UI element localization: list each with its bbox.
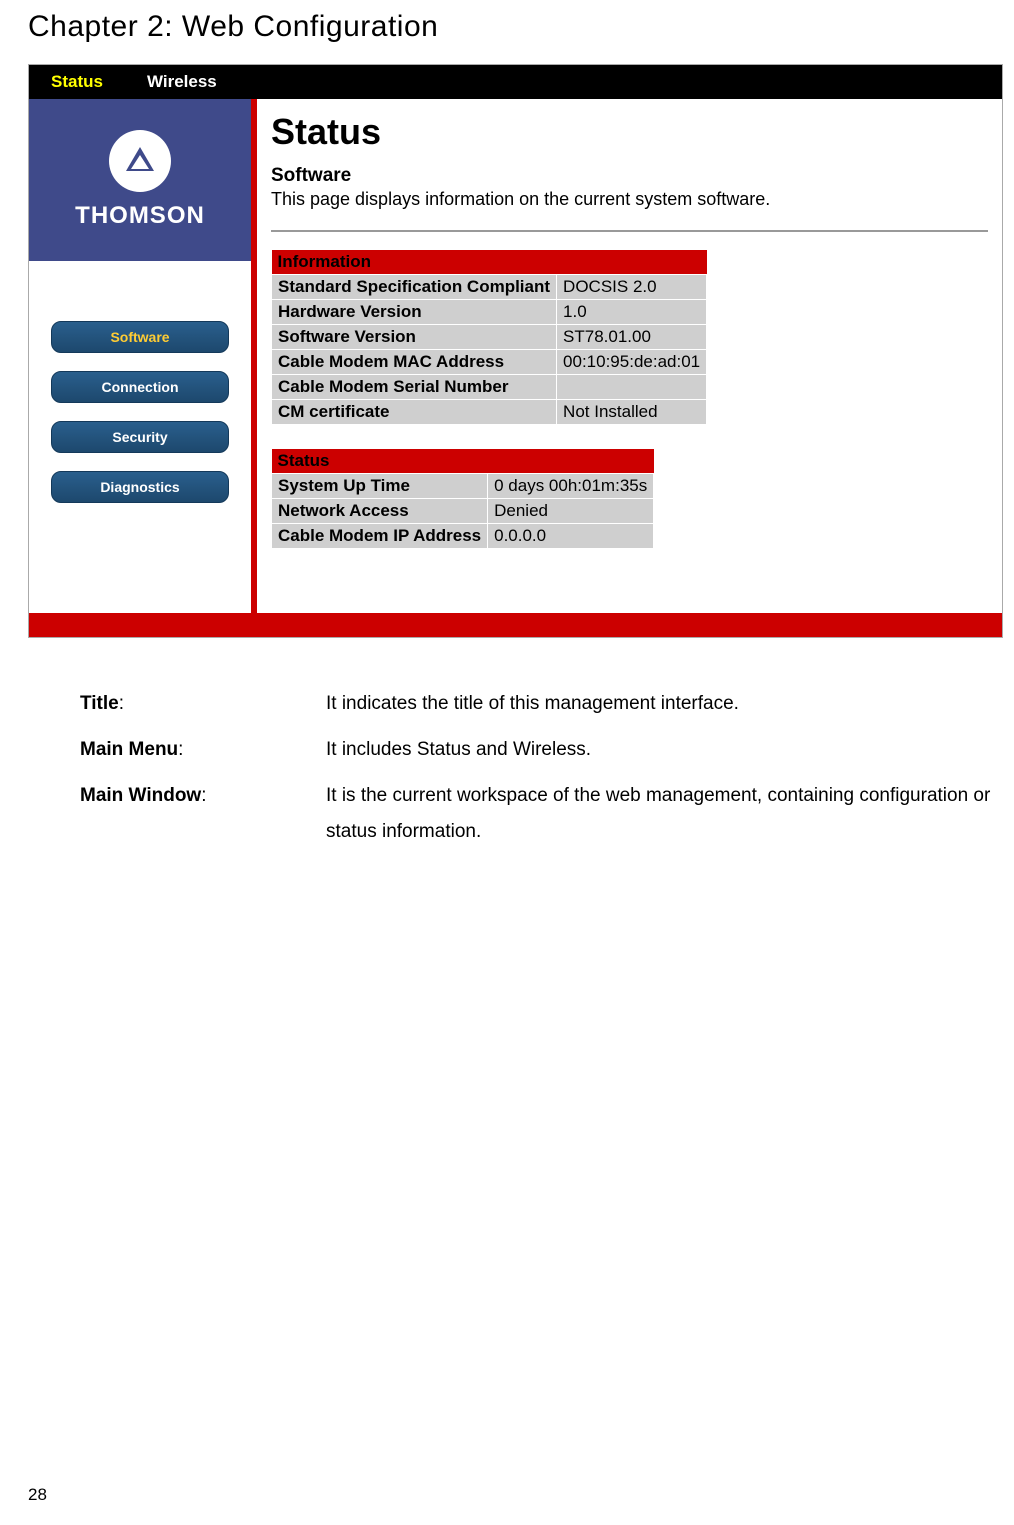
footer-bar <box>29 613 1002 637</box>
main-menu: Status Wireless <box>29 65 1002 99</box>
nav-software[interactable]: Software <box>51 321 229 353</box>
info-label: Hardware Version <box>272 300 557 325</box>
info-value: 1.0 <box>557 300 707 325</box>
info-value: ST78.01.00 <box>557 325 707 350</box>
status-label: System Up Time <box>272 474 488 499</box>
definition-term: Main Menu: <box>80 732 326 768</box>
tab-status[interactable]: Status <box>29 65 125 99</box>
info-label: Software Version <box>272 325 557 350</box>
definition-body: It includes Status and Wireless. <box>326 732 1014 768</box>
info-label: Cable Modem MAC Address <box>272 350 557 375</box>
info-value: 00:10:95:de:ad:01 <box>557 350 707 375</box>
tab-wireless[interactable]: Wireless <box>125 65 239 99</box>
page-title: Status <box>271 111 988 153</box>
info-label: Standard Specification Compliant <box>272 275 557 300</box>
info-label: Cable Modem Serial Number <box>272 375 557 400</box>
info-value: DOCSIS 2.0 <box>557 275 707 300</box>
page-number: 28 <box>28 1485 47 1505</box>
info-value <box>557 375 707 400</box>
side-nav: Software Connection Security Diagnostics <box>29 261 251 503</box>
nav-connection[interactable]: Connection <box>51 371 229 403</box>
left-column: THOMSON Software Connection Security Dia… <box>29 99 251 613</box>
definition-row: Main Menu: It includes Status and Wirele… <box>80 732 1014 768</box>
definition-row: Title: It indicates the title of this ma… <box>80 686 1014 722</box>
status-label: Cable Modem IP Address <box>272 524 488 549</box>
definition-term: Main Window: <box>80 778 326 850</box>
definition-body: It indicates the title of this managemen… <box>326 686 1014 722</box>
status-value: Denied <box>488 499 654 524</box>
brand-logo: THOMSON <box>29 99 251 261</box>
main-window: Status Software This page displays infor… <box>257 99 1002 613</box>
table-header: Status <box>272 449 654 474</box>
definition-row: Main Window: It is the current workspace… <box>80 778 1014 850</box>
definition-body: It is the current workspace of the web m… <box>326 778 1014 850</box>
info-label: CM certificate <box>272 400 557 425</box>
status-value: 0 days 00h:01m:35s <box>488 474 654 499</box>
logo-text: THOMSON <box>75 202 205 230</box>
router-screenshot: Status Wireless THOMSON Software Connect… <box>28 64 1003 638</box>
page-subtitle: Software <box>271 165 988 187</box>
info-value: Not Installed <box>557 400 707 425</box>
table-header: Information <box>272 250 707 275</box>
divider <box>271 230 988 232</box>
definition-term: Title: <box>80 686 326 722</box>
nav-diagnostics[interactable]: Diagnostics <box>51 471 229 503</box>
information-table: Information Standard Specification Compl… <box>271 250 707 425</box>
page-description: This page displays information on the cu… <box>271 189 988 210</box>
status-label: Network Access <box>272 499 488 524</box>
nav-security[interactable]: Security <box>51 421 229 453</box>
logo-icon <box>109 130 171 192</box>
chapter-title: Chapter 2: Web Configuration <box>0 0 1014 64</box>
status-value: 0.0.0.0 <box>488 524 654 549</box>
status-table: Status System Up Time0 days 00h:01m:35s … <box>271 449 654 549</box>
definitions-list: Title: It indicates the title of this ma… <box>80 686 1014 850</box>
